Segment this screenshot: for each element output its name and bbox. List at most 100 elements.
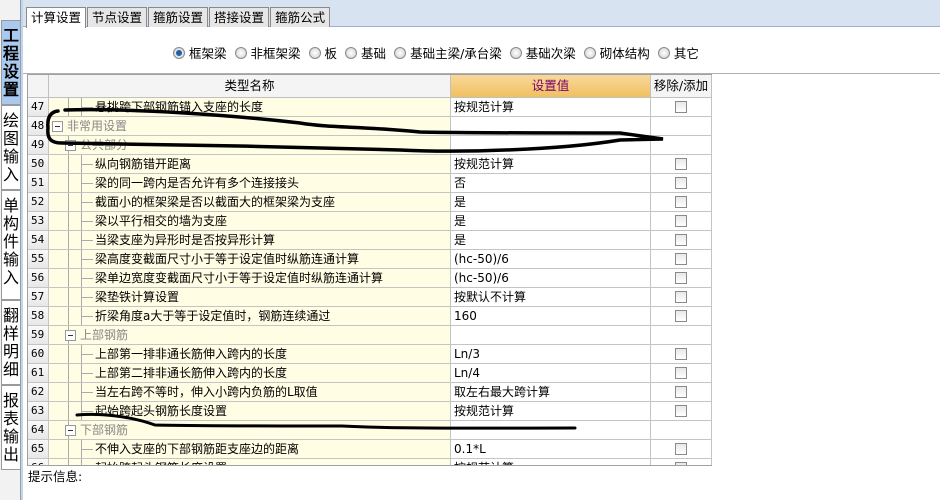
radio-option-2[interactable]: 板 (308, 43, 337, 62)
setting-name[interactable]: 公共部分 (49, 136, 451, 155)
radio-button-icon[interactable] (509, 46, 522, 59)
setting-name[interactable]: 梁单边宽度变截面尺寸小于等于设定值时纵筋连通计算 (49, 269, 451, 288)
group-row[interactable]: 49 公共部分 (28, 136, 712, 155)
setting-name[interactable]: 当左右跨不等时，伸入小跨内负筋的L取值 (49, 383, 451, 402)
setting-value[interactable]: Ln/3 (451, 345, 651, 364)
setting-name[interactable]: 梁以平行相交的墙为支座 (49, 212, 451, 231)
table-row[interactable]: 58 折梁角度a大于等于设定值时，钢筋连续通过 160 (28, 307, 712, 326)
collapse-icon[interactable] (65, 330, 76, 341)
setting-name[interactable]: 当梁支座为异形时是否按异形计算 (49, 231, 451, 250)
remove-add-checkbox[interactable] (675, 253, 687, 265)
remove-add-checkbox[interactable] (675, 367, 687, 379)
setting-value[interactable]: 0.1*L (451, 440, 651, 459)
radio-option-7[interactable]: 其它 (657, 43, 699, 62)
table-row[interactable]: 61 上部第二排非通长筋伸入跨内的长度 Ln/4 (28, 364, 712, 383)
table-row[interactable]: 52 截面小的框架梁是否以截面大的框架梁为支座 是 (28, 193, 712, 212)
radio-option-4[interactable]: 基础主梁/承台梁 (394, 43, 502, 62)
remove-add-checkbox[interactable] (675, 196, 687, 208)
collapse-icon[interactable] (65, 425, 76, 436)
remove-add-checkbox[interactable] (675, 234, 687, 246)
table-row[interactable]: 66 起始跨起头钢筋长度设置 按规范计算 (28, 459, 712, 465)
setting-name[interactable]: 不伸入支座的下部钢筋距支座边的距离 (49, 440, 451, 459)
side-tab-0[interactable]: 工程设置 (1, 20, 20, 105)
table-row[interactable]: 53 梁以平行相交的墙为支座 是 (28, 212, 712, 231)
radio-option-1[interactable]: 非框架梁 (234, 43, 301, 62)
radio-button-icon[interactable] (394, 46, 407, 59)
remove-add-checkbox[interactable] (675, 177, 687, 189)
setting-name[interactable]: 起始跨起头钢筋长度设置 (49, 402, 451, 421)
setting-name[interactable]: 起始跨起头钢筋长度设置 (49, 459, 451, 465)
remove-add-checkbox[interactable] (675, 348, 687, 360)
table-row[interactable]: 56 梁单边宽度变截面尺寸小于等于设定值时纵筋连通计算 (hc-50)/6 (28, 269, 712, 288)
setting-value[interactable]: 是 (451, 193, 651, 212)
setting-name[interactable]: 截面小的框架梁是否以截面大的框架梁为支座 (49, 193, 451, 212)
setting-name[interactable]: 梁的同一跨内是否允许有多个连接接头 (49, 174, 451, 193)
setting-value[interactable]: 否 (451, 174, 651, 193)
setting-name[interactable]: 纵向钢筋错开距离 (49, 155, 451, 174)
remove-add-checkbox[interactable] (675, 405, 687, 417)
radio-option-6[interactable]: 砌体结构 (583, 43, 650, 62)
remove-add-checkbox[interactable] (675, 158, 687, 170)
group-row[interactable]: 59 上部钢筋 (28, 326, 712, 345)
collapse-icon[interactable] (65, 140, 76, 151)
radio-button-icon[interactable] (583, 46, 596, 59)
remove-add-checkbox[interactable] (675, 101, 687, 113)
setting-name[interactable]: 折梁角度a大于等于设定值时，钢筋连续通过 (49, 307, 451, 326)
setting-name[interactable]: 上部第二排非通长筋伸入跨内的长度 (49, 364, 451, 383)
tab-2[interactable]: 箍筋设置 (148, 7, 209, 27)
table-row[interactable]: 65 不伸入支座的下部钢筋距支座边的距离 0.1*L (28, 440, 712, 459)
setting-value[interactable]: 按规范计算 (451, 459, 651, 465)
setting-name[interactable]: 梁高度变截面尺寸小于等于设定值时纵筋连通计算 (49, 250, 451, 269)
remove-add-checkbox[interactable] (675, 272, 687, 284)
setting-value[interactable]: (hc-50)/6 (451, 250, 651, 269)
table-row[interactable]: 62 当左右跨不等时，伸入小跨内负筋的L取值 取左右最大跨计算 (28, 383, 712, 402)
radio-option-3[interactable]: 基础 (345, 43, 386, 62)
header-toggle[interactable]: 移除/添加 (651, 75, 712, 98)
table-row[interactable]: 51 梁的同一跨内是否允许有多个连接接头 否 (28, 174, 712, 193)
radio-button-icon[interactable] (657, 46, 670, 59)
table-row[interactable]: 47 悬挑跨下部钢筋锚入支座的长度 按规范计算 (28, 98, 712, 117)
table-row[interactable]: 57 梁垫铁计算设置 按默认不计算 (28, 288, 712, 307)
table-row[interactable]: 54 当梁支座为异形时是否按异形计算 是 (28, 231, 712, 250)
header-value[interactable]: 设置值 (451, 75, 651, 98)
group-row[interactable]: 64 下部钢筋 (28, 421, 712, 440)
setting-name[interactable]: 悬挑跨下部钢筋锚入支座的长度 (49, 98, 451, 117)
header-name[interactable]: 类型名称 (49, 75, 451, 98)
remove-add-checkbox[interactable] (675, 215, 687, 227)
setting-value[interactable]: 按规范计算 (451, 98, 651, 117)
setting-value[interactable]: (hc-50)/6 (451, 269, 651, 288)
remove-add-checkbox[interactable] (675, 386, 687, 398)
table-row[interactable]: 50 纵向钢筋错开距离 按规范计算 (28, 155, 712, 174)
radio-option-0[interactable]: 框架梁 (173, 43, 227, 62)
side-tab-3[interactable]: 翻样明细 (1, 300, 20, 385)
radio-button-icon[interactable] (308, 46, 321, 59)
setting-name[interactable]: 非常用设置 (49, 117, 451, 136)
tab-1[interactable]: 节点设置 (87, 7, 148, 27)
remove-add-checkbox[interactable] (675, 462, 687, 465)
setting-value[interactable]: 按规范计算 (451, 155, 651, 174)
setting-name[interactable]: 梁垫铁计算设置 (49, 288, 451, 307)
table-row[interactable]: 63 起始跨起头钢筋长度设置 按规范计算 (28, 402, 712, 421)
setting-name[interactable]: 下部钢筋 (49, 421, 451, 440)
tab-0[interactable]: 计算设置 (26, 7, 87, 28)
setting-value[interactable]: 是 (451, 212, 651, 231)
tab-3[interactable]: 搭接设置 (209, 7, 270, 27)
radio-button-icon[interactable] (345, 46, 358, 59)
side-tab-2[interactable]: 单构件输入 (1, 190, 20, 300)
collapse-icon[interactable] (52, 121, 63, 132)
group-row[interactable]: 48 非常用设置 (28, 117, 712, 136)
remove-add-checkbox[interactable] (675, 443, 687, 455)
setting-value[interactable]: 按规范计算 (451, 402, 651, 421)
side-tab-1[interactable]: 绘图输入 (1, 105, 20, 190)
remove-add-checkbox[interactable] (675, 310, 687, 322)
tab-4[interactable]: 箍筋公式 (270, 7, 331, 27)
setting-value[interactable]: 160 (451, 307, 651, 326)
radio-button-icon[interactable] (234, 46, 247, 59)
setting-value[interactable]: Ln/4 (451, 364, 651, 383)
side-tab-4[interactable]: 报表输出 (1, 385, 20, 470)
radio-option-5[interactable]: 基础次梁 (509, 43, 576, 62)
radio-button-icon[interactable] (173, 46, 185, 59)
table-row[interactable]: 55 梁高度变截面尺寸小于等于设定值时纵筋连通计算 (hc-50)/6 (28, 250, 712, 269)
setting-name[interactable]: 上部第一排非通长筋伸入跨内的长度 (49, 345, 451, 364)
table-row[interactable]: 60 上部第一排非通长筋伸入跨内的长度 Ln/3 (28, 345, 712, 364)
